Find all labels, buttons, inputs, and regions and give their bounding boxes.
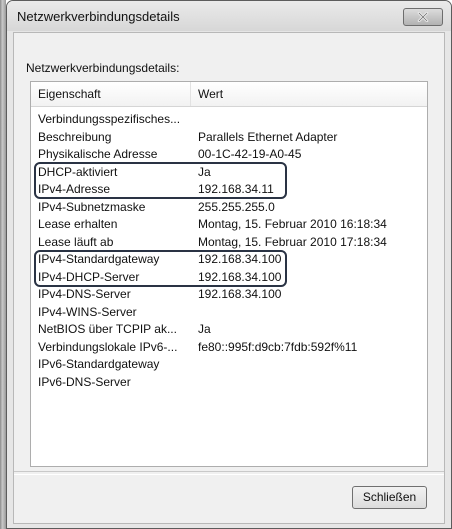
row-property: IPv4-WINS-Server xyxy=(38,304,137,319)
row-property: Verbindungsspezifisches... xyxy=(38,112,181,126)
dialog-window: Netzwerkverbindungsdetails Netzwerkverbi… xyxy=(6,0,452,529)
list-header: Eigenschaft Wert xyxy=(31,82,427,107)
dialog-content: Netzwerkverbindungsdetails: Eigenschaft … xyxy=(13,32,445,524)
row-value: 192.168.34.100 xyxy=(198,287,282,301)
list-row[interactable]: IPv6-Standardgateway xyxy=(31,356,427,374)
row-property: IPv4-Standardgateway xyxy=(38,252,160,266)
title-bar[interactable]: Netzwerkverbindungsdetails xyxy=(7,1,451,31)
list-row[interactable]: Lease läuft ab Montag, 15. Februar 2010 1… xyxy=(31,234,427,252)
list-row[interactable]: Lease erhalten Montag, 15. Februar 2010 1… xyxy=(31,216,427,234)
column-header-value[interactable]: Wert xyxy=(191,82,427,106)
list-row[interactable]: Verbindungsspezifisches... xyxy=(31,111,427,129)
row-property: DHCP-aktiviert xyxy=(38,164,118,179)
row-value: Parallels Ethernet Adapter xyxy=(198,129,338,144)
row-property: Lease läuft ab xyxy=(38,234,114,249)
list-row[interactable]: IPv6-DNS-Server xyxy=(31,374,427,392)
list-row[interactable]: IPv4-DHCP-Server 192.168.34.100 xyxy=(31,269,427,287)
separator xyxy=(14,471,444,475)
close-button[interactable] xyxy=(403,8,443,26)
list-row[interactable]: IPv4-WINS-Server xyxy=(31,304,427,322)
row-value: 192.168.34.11 xyxy=(198,182,274,196)
row-property: Physikalische Adresse xyxy=(38,147,158,161)
list-row[interactable]: Beschreibung Parallels Ethernet Adapter xyxy=(31,129,427,147)
close-icon xyxy=(417,12,429,22)
row-property: IPv6-DNS-Server xyxy=(38,374,131,389)
list-row[interactable]: NetBIOS über TCPIP ak... Ja xyxy=(31,321,427,339)
row-value: Montag, 15. Februar 2010 16:18:34 xyxy=(198,217,387,231)
row-value: 255.255.255.0 xyxy=(198,199,275,214)
row-property: NetBIOS über TCPIP ak... xyxy=(38,322,177,336)
column-header-property[interactable]: Eigenschaft xyxy=(31,82,191,106)
row-property: IPv4-DNS-Server xyxy=(38,287,131,301)
row-value: fe80::995f:d9cb:7fdb:592f%11 xyxy=(198,339,358,354)
row-value: Ja xyxy=(198,164,211,179)
row-value: 192.168.34.100 xyxy=(198,269,282,284)
list-row[interactable]: IPv4-Standardgateway 192.168.34.100 xyxy=(31,251,427,269)
row-value: 00-1C-42-19-A0-45 xyxy=(198,147,302,161)
row-value: 192.168.34.100 xyxy=(198,252,282,266)
row-property: IPv4-Adresse xyxy=(38,182,111,196)
details-list[interactable]: Eigenschaft Wert Verbindungsspezifisches… xyxy=(30,81,428,467)
list-row[interactable]: Verbindungslokale IPv6-... fe80::995f:d9c… xyxy=(31,339,427,357)
details-group-label: Netzwerkverbindungsdetails: xyxy=(26,61,180,75)
row-property: IPv4-DHCP-Server xyxy=(38,269,140,284)
list-row[interactable]: IPv4-Subnetzmaske 255.255.255.0 xyxy=(31,199,427,217)
list-row[interactable]: Physikalische Adresse 00-1C-42-19-A0-45 xyxy=(31,146,427,164)
list-row[interactable]: DHCP-aktiviert Ja xyxy=(31,164,427,182)
row-value: Ja xyxy=(198,322,211,336)
window-title: Netzwerkverbindungsdetails xyxy=(17,9,180,24)
list-row[interactable]: IPv4-DNS-Server 192.168.34.100 xyxy=(31,286,427,304)
row-property: Lease erhalten xyxy=(38,217,118,231)
row-property: IPv4-Subnetzmaske xyxy=(38,199,146,214)
row-value: Montag, 15. Februar 2010 17:18:34 xyxy=(198,234,387,249)
row-property: Verbindungslokale IPv6-... xyxy=(38,339,178,354)
close-dialog-button[interactable]: Schließen xyxy=(352,486,427,509)
row-property: IPv6-Standardgateway xyxy=(38,357,160,371)
list-row[interactable]: IPv4-Adresse 192.168.34.11 xyxy=(31,181,427,199)
row-property: Beschreibung xyxy=(38,129,112,144)
list-rows: Verbindungsspezifisches... Beschreibung P… xyxy=(31,111,427,391)
